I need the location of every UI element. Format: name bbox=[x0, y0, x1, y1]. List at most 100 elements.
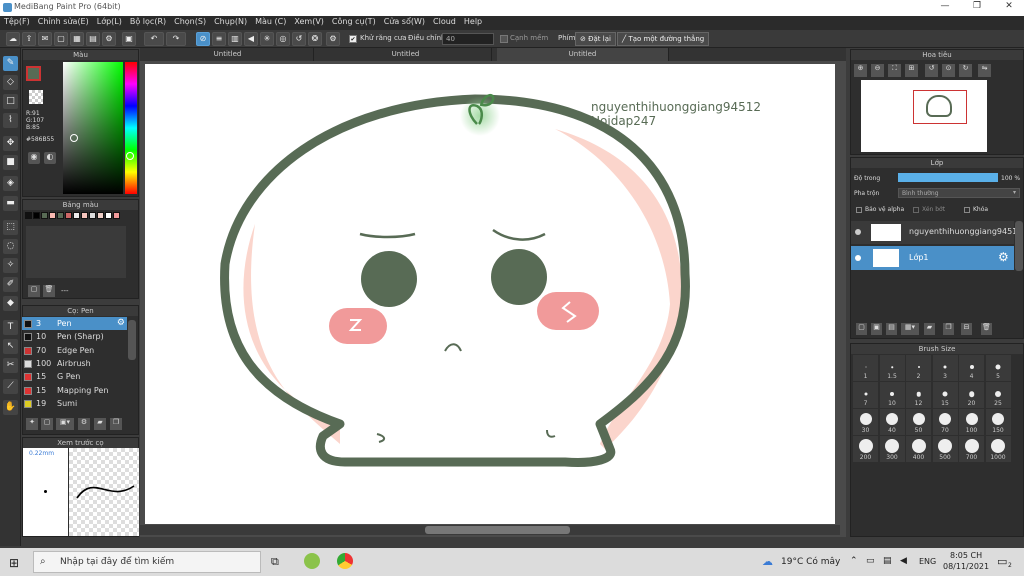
rotate-left-icon[interactable]: ↺ bbox=[925, 64, 938, 77]
dot-tool-icon[interactable]: □ bbox=[3, 94, 18, 109]
menu-select[interactable]: Chọn(S) bbox=[170, 16, 210, 27]
menu-color[interactable]: Màu (C) bbox=[251, 16, 290, 27]
edge-checkbox[interactable] bbox=[500, 35, 508, 43]
palette-swatch[interactable] bbox=[73, 212, 80, 219]
brush-size-option[interactable]: 25 bbox=[985, 382, 1011, 408]
snap-radial-icon[interactable]: ✳ bbox=[260, 32, 274, 46]
brush-size-option[interactable]: 12 bbox=[906, 382, 931, 408]
brush-size-option[interactable]: 300 bbox=[879, 436, 905, 462]
snap-perspective-icon[interactable]: ◀ bbox=[244, 32, 258, 46]
layer-row[interactable]: nguyenthihuonggiang94512 bbox=[851, 221, 1022, 244]
rotate-right-icon[interactable]: ↻ bbox=[959, 64, 972, 77]
brush-size-option[interactable]: 2 bbox=[906, 355, 931, 381]
brush-size-option[interactable]: 700 bbox=[959, 436, 984, 462]
maximize-button[interactable]: ❐ bbox=[962, 1, 992, 15]
cloud-icon[interactable]: ☁ bbox=[6, 32, 20, 46]
hue-slider[interactable] bbox=[125, 62, 137, 194]
brush-item[interactable]: 70 Edge Pen bbox=[22, 344, 127, 357]
battery-icon[interactable]: ▭ bbox=[866, 556, 875, 566]
straight-line-button[interactable]: ╱ Tạo một đường thẳng bbox=[617, 32, 710, 46]
minimize-button[interactable]: — bbox=[930, 1, 960, 15]
transparent-swatch[interactable] bbox=[29, 90, 43, 104]
clock-date[interactable]: 08/11/2021 bbox=[943, 562, 989, 571]
brush-size-option[interactable]: 1.5 bbox=[879, 355, 905, 381]
snap-parallel-icon[interactable]: ≡ bbox=[212, 32, 226, 46]
saturation-value-picker[interactable] bbox=[63, 62, 123, 194]
operation-tool-icon[interactable]: ↖ bbox=[3, 339, 18, 354]
select-tool-icon[interactable]: ⬚ bbox=[3, 220, 18, 235]
layers-icon[interactable]: ▤ bbox=[86, 32, 100, 46]
snap-circle-icon[interactable]: ◎ bbox=[276, 32, 290, 46]
zoom-in-icon[interactable]: ⊕ bbox=[854, 64, 867, 77]
menu-edit[interactable]: Chỉnh sửa(E) bbox=[34, 16, 93, 27]
brush-size-option[interactable]: 150 bbox=[985, 409, 1011, 435]
task-view-icon[interactable]: ⧉ bbox=[271, 555, 279, 569]
blur-tool-icon[interactable]: ⌇ bbox=[3, 113, 18, 128]
select-eraser-icon[interactable]: ◆ bbox=[3, 296, 18, 311]
snap-off-icon[interactable]: ⊘ bbox=[196, 32, 210, 46]
brush-copy-icon[interactable]: ❐ bbox=[110, 418, 122, 430]
palette-swatch[interactable] bbox=[97, 212, 104, 219]
menu-snap[interactable]: Chụp(N) bbox=[210, 16, 251, 27]
brush-size-option[interactable]: 1000 bbox=[985, 436, 1011, 462]
eye-icon[interactable] bbox=[855, 255, 861, 261]
hand-tool-icon[interactable]: ✋ bbox=[3, 400, 18, 415]
blend-select[interactable]: Bình thường ▾ bbox=[898, 188, 1020, 198]
reset-button[interactable]: ⊘ Đặt lại bbox=[575, 32, 616, 46]
brush-item[interactable]: 10 Pen (Sharp) bbox=[22, 330, 127, 343]
palette-swatch[interactable] bbox=[65, 212, 72, 219]
windows-start-icon[interactable]: ⊞ bbox=[9, 556, 19, 570]
gradient-tool-icon[interactable]: ▬ bbox=[3, 196, 18, 211]
primary-color-swatch[interactable] bbox=[26, 66, 41, 81]
tab-untitled-2[interactable]: Untitled bbox=[320, 48, 492, 61]
brush-item[interactable]: 19 Sumi bbox=[22, 397, 127, 410]
antialias-checkbox[interactable]: ✔ bbox=[349, 35, 357, 43]
tab-untitled-3[interactable]: Untitled bbox=[497, 48, 669, 61]
shape-tool-icon[interactable]: ■ bbox=[3, 155, 18, 170]
brush-item[interactable]: 15 G Pen bbox=[22, 370, 127, 383]
notification-icon[interactable]: ▭ bbox=[997, 555, 1007, 568]
eyedropper-icon[interactable]: ⟋ bbox=[3, 379, 18, 394]
brush-dropdown-icon[interactable]: ▣▾ bbox=[56, 418, 74, 430]
navigator-thumbnail[interactable] bbox=[861, 80, 987, 152]
chrome-taskbar-icon[interactable] bbox=[337, 553, 353, 569]
brush-size-option[interactable]: 200 bbox=[853, 436, 878, 462]
palette-swatch[interactable] bbox=[33, 212, 40, 219]
duplicate-layer-icon[interactable]: ❐ bbox=[943, 323, 954, 335]
new-halftone-layer-icon[interactable]: ▣ bbox=[871, 323, 882, 335]
palette-swatch[interactable] bbox=[57, 212, 64, 219]
comment-icon[interactable]: ✉ bbox=[38, 32, 52, 46]
palette-swatch[interactable] bbox=[113, 212, 120, 219]
lasso-tool-icon[interactable]: ◌ bbox=[3, 239, 18, 254]
brush-add-icon[interactable]: ✦ bbox=[26, 418, 38, 430]
fit-icon[interactable]: ⛶ bbox=[888, 64, 901, 77]
menu-filter[interactable]: Bộ lọc(R) bbox=[126, 16, 170, 27]
hue-cursor[interactable] bbox=[126, 152, 134, 160]
palette-swatch[interactable] bbox=[105, 212, 112, 219]
gear-icon[interactable]: ⚙ bbox=[998, 250, 1009, 264]
snap-curve-icon[interactable]: ↺ bbox=[292, 32, 306, 46]
picker-cursor[interactable] bbox=[70, 134, 78, 142]
settings-icon[interactable]: ⚙ bbox=[102, 32, 116, 46]
menu-view[interactable]: Xem(V) bbox=[290, 16, 328, 27]
menu-window[interactable]: Cửa sổ(W) bbox=[380, 16, 429, 27]
new-layer-icon[interactable]: ▢ bbox=[856, 323, 867, 335]
menu-help[interactable]: Help bbox=[460, 16, 486, 27]
drawing-canvas[interactable]: nguyenthihuonggiang94512 Hoidap247 bbox=[145, 64, 835, 524]
merge-layer-icon[interactable]: ⊟ bbox=[961, 323, 972, 335]
brush-item[interactable]: 3 Pen ⚙ bbox=[22, 317, 127, 330]
brush-new-icon[interactable]: ▢ bbox=[41, 418, 53, 430]
eraser-tool-icon[interactable]: ◇ bbox=[3, 75, 18, 90]
snap-concentric-icon[interactable]: ❂ bbox=[308, 32, 322, 46]
menu-file[interactable]: Tệp(F) bbox=[0, 16, 34, 27]
brush-item[interactable]: 15 Mapping Pen bbox=[22, 384, 127, 397]
brush-size-option[interactable]: 70 bbox=[932, 409, 958, 435]
brush-size-option[interactable]: 20 bbox=[959, 382, 984, 408]
fill-tool-icon[interactable]: ◈ bbox=[3, 176, 18, 191]
select-pen-icon[interactable]: ✐ bbox=[3, 277, 18, 292]
menu-tools[interactable]: Công cụ(T) bbox=[328, 16, 380, 27]
brush-list-scrollbar[interactable] bbox=[128, 320, 136, 360]
new-8bit-layer-icon[interactable]: ▤ bbox=[886, 323, 897, 335]
lock-checkbox[interactable] bbox=[964, 207, 970, 213]
brush-size-option[interactable]: 5 bbox=[985, 355, 1011, 381]
